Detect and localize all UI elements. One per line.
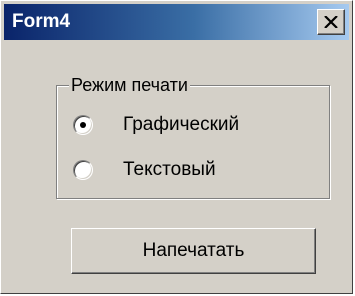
radio-selected-dot bbox=[80, 122, 86, 128]
print-mode-group: Режим печати Графический Текстовый bbox=[56, 74, 330, 199]
radio-graphic-label[interactable]: Графический bbox=[123, 113, 239, 137]
radio-graphic-circle[interactable] bbox=[73, 115, 93, 135]
radio-graphic[interactable]: Графический bbox=[73, 112, 239, 138]
group-label: Режим печати bbox=[69, 74, 190, 96]
title-bar[interactable]: Form4 bbox=[4, 4, 349, 40]
print-button[interactable]: Напечатать bbox=[71, 228, 316, 274]
close-button[interactable] bbox=[317, 9, 345, 35]
radio-text-label[interactable]: Текстовый bbox=[123, 158, 216, 182]
form-client-area: Режим печати Графический Текстовый Напеч… bbox=[4, 43, 349, 290]
radio-text-circle[interactable] bbox=[73, 160, 93, 180]
form-window: Form4 Режим печати Графический Текстовый… bbox=[0, 0, 353, 294]
radio-text[interactable]: Текстовый bbox=[73, 157, 216, 183]
window-title: Form4 bbox=[12, 11, 71, 32]
close-icon bbox=[324, 16, 338, 28]
